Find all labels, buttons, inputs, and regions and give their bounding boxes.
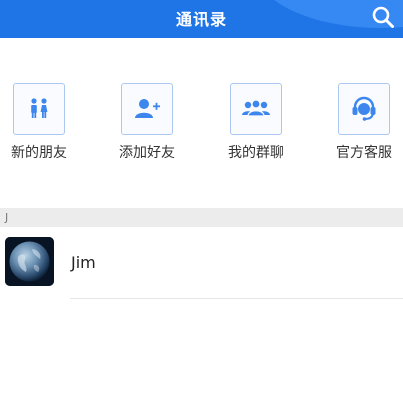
new-friends-button[interactable]: 新的朋友 <box>0 83 84 162</box>
customer-service-label: 官方客服 <box>336 145 392 161</box>
search-icon[interactable] <box>371 5 395 29</box>
add-friend-icon-box <box>121 83 173 135</box>
top-bar: 通讯录 <box>0 0 403 38</box>
add-friend-label: 添加好友 <box>119 145 175 161</box>
avatar <box>5 237 54 286</box>
contact-name: Jim <box>71 253 96 272</box>
group-chat-icon <box>242 99 270 117</box>
new-friends-label: 新的朋友 <box>11 145 67 161</box>
customer-service-button[interactable]: 官方客服 <box>319 83 403 162</box>
add-friend-button[interactable]: 添加好友 <box>102 83 192 162</box>
customer-service-icon <box>352 96 376 121</box>
new-friends-icon-box <box>13 83 65 135</box>
section-header-j: J <box>0 208 403 227</box>
customer-service-icon-box <box>338 83 390 135</box>
my-group-chats-button[interactable]: 我的群聊 <box>211 83 301 162</box>
contact-row[interactable]: Jim <box>0 228 403 299</box>
add-friend-icon <box>135 99 160 118</box>
quick-actions: 新的朋友 添加好友 我的群聊 官方客服 <box>0 83 403 163</box>
new-friends-icon <box>31 98 48 118</box>
row-divider <box>70 298 403 299</box>
my-group-chats-label: 我的群聊 <box>228 145 284 161</box>
group-chat-icon-box <box>230 83 282 135</box>
earth-avatar-image <box>5 237 54 286</box>
page-title: 通讯录 <box>175 10 227 29</box>
